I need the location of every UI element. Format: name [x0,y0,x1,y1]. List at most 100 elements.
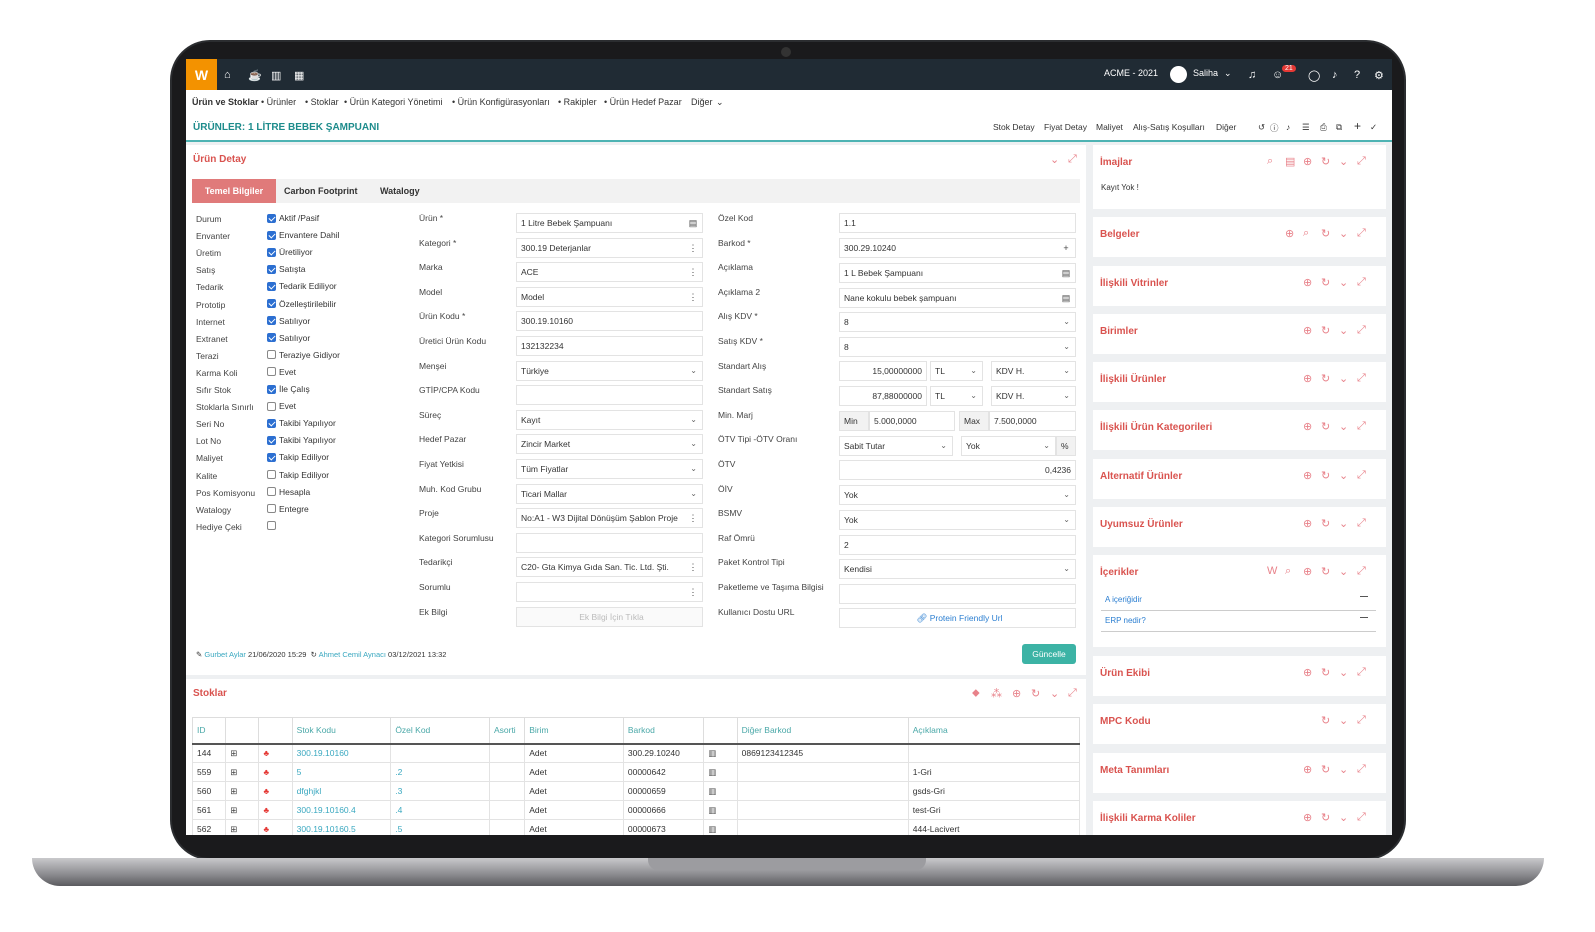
chevron-down-icon[interactable]: ⌄ [1050,687,1059,700]
expand-icon[interactable]: ⤢ [1357,469,1366,482]
flag-checkbox[interactable]: Takip Ediliyor [267,452,329,462]
table-cell[interactable]: ▥ [703,762,738,782]
flag-checkbox[interactable]: Evet [267,401,296,411]
table-cell[interactable]: ⊞ [225,743,260,763]
add-circle-icon[interactable]: ⊕ [1303,565,1312,578]
expand-icon[interactable]: ⤢ [1357,811,1366,824]
chevron-down-icon[interactable]: ⌄ [1339,227,1348,240]
checkbox-icon[interactable] [267,316,276,326]
flag-checkbox[interactable]: Evet [267,367,296,377]
link-cost[interactable]: Maliyet [1096,122,1123,132]
tree-icon[interactable]: ♣ [263,767,269,777]
otv-rate-select[interactable]: Yok ⌄ [961,436,1056,456]
refresh-icon[interactable]: ↻ [1321,714,1330,727]
barcode-icon[interactable]: ▥ [708,748,716,758]
table-cell[interactable]: ▥ [703,781,738,801]
link-other[interactable]: Diğer [1216,122,1236,132]
description-input[interactable]: 1 L Bebek Şampuanı ▤ [839,263,1076,283]
table-cell[interactable]: ⊞ [225,819,260,835]
flag-checkbox[interactable]: Aktif /Pasif [267,213,319,223]
tab-basic-info[interactable]: Temel Bilgiler [192,179,276,203]
tree-icon[interactable]: ♣ [263,824,269,834]
table-row[interactable]: 560 ⊞ ♣ dfghjkl .3 Adet 00000659 ▥ gsds-Gri [191,781,1081,801]
table-cell[interactable]: ▥ [703,800,738,820]
sales-vat-select[interactable]: 8 ⌄ [839,337,1076,357]
expand-icon[interactable]: ⤢ [1068,687,1077,700]
refresh-icon[interactable]: ↻ [1321,324,1330,337]
max-margin-input[interactable]: 7.500,0000 [989,411,1076,431]
link-purchase-sale-terms[interactable]: Alış-Satış Koşulları [1133,122,1205,132]
add-circle-icon[interactable]: ⊕ [1303,420,1312,433]
link-price-detail[interactable]: Fiyat Detay [1044,122,1087,132]
friendly-url-button[interactable]: 🔗︎ Protein Friendly Url [839,608,1076,628]
flag-checkbox[interactable]: Takibi Yapılıyor [267,435,336,445]
menu-item-category-mgmt[interactable]: • Ürün Kategori Yönetimi [344,97,443,107]
more-icon[interactable]: ⋮ [684,288,702,306]
chevron-down-icon[interactable]: ⌄ [1339,469,1348,482]
chevron-down-icon[interactable]: ⌄ [1224,68,1232,79]
checkbox-icon[interactable] [267,520,276,530]
chevron-down-icon[interactable]: ⌄ [1339,372,1348,385]
history-icon[interactable]: ↺ [1258,122,1265,133]
table-row[interactable]: 561 ⊞ ♣ 300.19.10160.4.4 Adet 00000666 ▥ test-G… [191,800,1081,820]
field-input[interactable]: Model ⋮ [516,286,703,307]
flag-checkbox[interactable]: İle Çalış [267,384,310,394]
expand-icon[interactable]: ⤢ [1357,372,1366,385]
checkbox-icon[interactable] [267,230,276,240]
tab-carbon-footprint[interactable]: Carbon Footprint [276,179,366,203]
table-cell[interactable]: ▥ [703,743,738,763]
barcode-icon[interactable]: ▥ [708,767,716,777]
checkbox-icon[interactable] [267,350,276,360]
purchase-vat-select[interactable]: 8 ⌄ [839,312,1076,332]
refresh-icon[interactable]: ↻ [1321,372,1330,385]
chevron-down-icon[interactable]: ⌄ [1339,420,1348,433]
field-input[interactable]: Türkiye ⌄ [516,360,703,381]
checkbox-icon[interactable] [267,487,276,497]
search-icon[interactable]: ⌕ [1303,227,1309,240]
copy-icon[interactable]: ⧉ [1336,122,1342,133]
chevron-down-icon[interactable]: ⌄ [1339,763,1348,776]
refresh-icon[interactable]: ↻ [1321,469,1330,482]
flag-checkbox[interactable] [267,520,279,530]
field-input[interactable]: No:A1 - W3 Dijital Dönüşüm Şablon Proje ⋮ [516,508,703,529]
menu-item-target-market[interactable]: • Ürün Hedef Pazar [604,97,682,107]
table-cell[interactable]: ⊞ [225,762,260,782]
field-input[interactable]: Ticari Mallar ⌄ [516,483,703,504]
flag-checkbox[interactable]: Takip Ediliyor [267,470,329,480]
min-margin-input[interactable]: 5.000,0000 [869,411,955,431]
list-icon[interactable]: ☰ [1302,122,1310,133]
field-input[interactable]: ACE ⋮ [516,262,703,283]
otv-type-select[interactable]: Sabit Tutar ⌄ [839,436,953,456]
home-icon[interactable]: ⌂ [224,69,231,81]
info-icon[interactable]: ⓘ [1270,122,1279,134]
packaging-info-input[interactable] [839,584,1076,604]
flag-checkbox[interactable]: Üretiliyor [267,247,313,257]
cubes-icon[interactable]: ⁂ [991,687,1002,700]
more-icon[interactable]: ⋮ [684,583,702,601]
chevron-down-icon[interactable]: ⌄ [1339,666,1348,679]
avatar[interactable] [1170,66,1187,83]
add-circle-icon[interactable]: ⊕ [1303,469,1312,482]
bell-icon[interactable]: ♪ [1286,122,1290,132]
add-icon[interactable]: + [1057,239,1075,257]
table-cell[interactable]: 300.19.10160 [291,743,392,763]
more-icon[interactable]: ⋮ [684,239,702,257]
flag-checkbox[interactable]: Tedarik Ediliyor [267,281,337,291]
field-input[interactable]: 132132234 [516,336,703,356]
barcode-icon[interactable]: ▥ [708,824,716,834]
table-cell[interactable]: ♣ [258,743,293,763]
package-control-select[interactable]: Kendisi ⌄ [839,559,1076,579]
refresh-icon[interactable]: ↻ [1031,687,1040,700]
chevron-down-icon[interactable]: ⌄ [1050,153,1059,166]
expand-icon[interactable]: ⊞ [230,824,237,834]
more-icon[interactable]: ⋮ [684,558,702,576]
checkbox-icon[interactable] [267,384,276,394]
chevron-down-icon[interactable]: ⌄ [1339,324,1348,337]
collapse-icon[interactable]: — [1360,613,1368,622]
tab-watalogy[interactable]: Watalogy [372,179,428,203]
calendar-icon[interactable]: ▦ [294,69,304,82]
expand-icon[interactable]: ⤢ [1357,565,1366,578]
app-logo[interactable]: W [186,59,217,90]
field-input[interactable]: 1 Litre Bebek Şampuanı ▤ [516,213,703,233]
expand-icon[interactable]: ⤢ [1357,276,1366,289]
